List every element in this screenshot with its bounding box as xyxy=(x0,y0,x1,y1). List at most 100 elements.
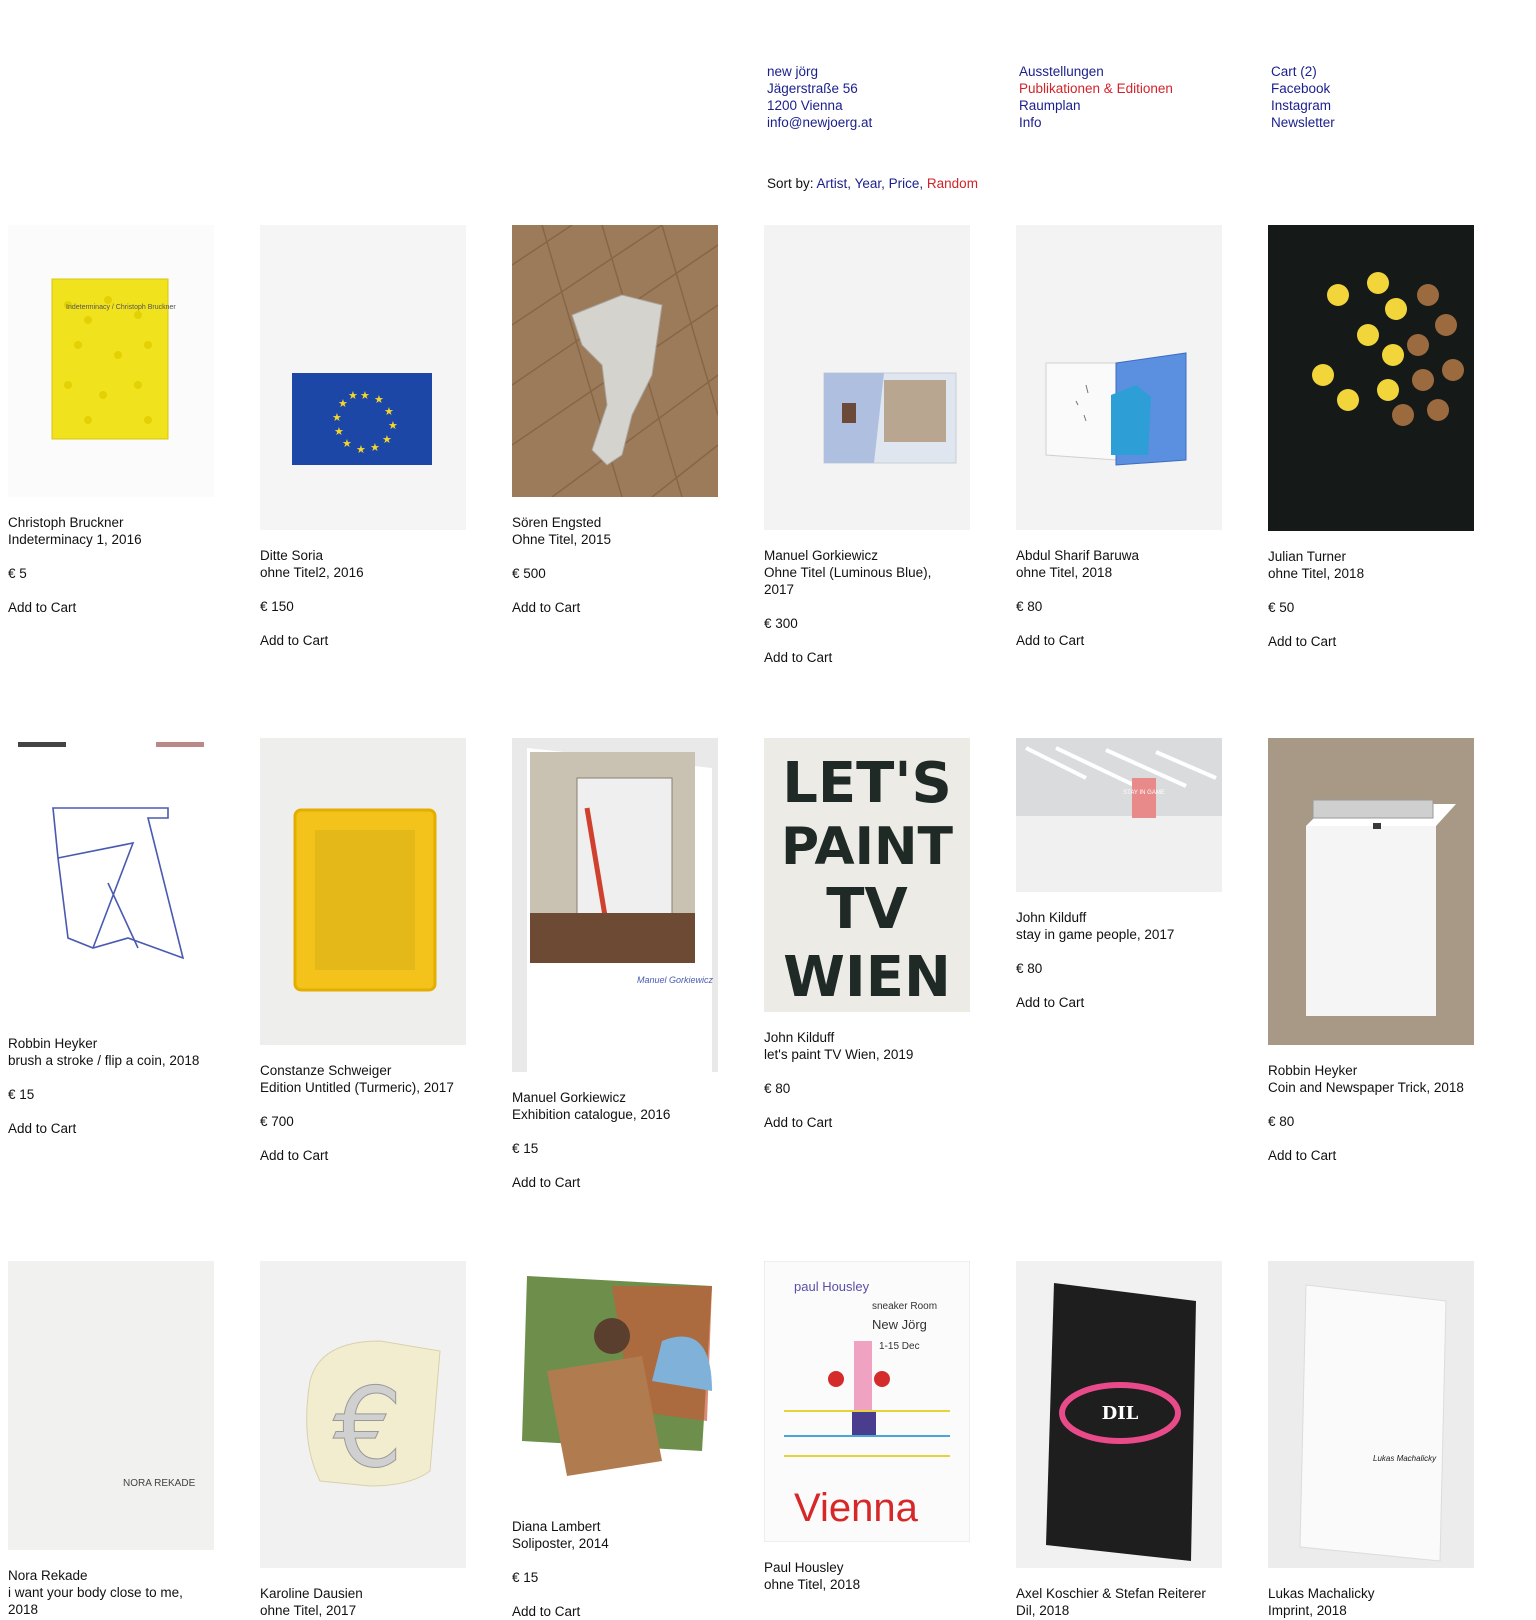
product-price: € 5 xyxy=(8,566,27,581)
product-card: Diana Lambert Soliposter, 2014 € 15 Add … xyxy=(512,1261,718,1620)
add-to-cart-button[interactable]: Add to Cart xyxy=(1268,1147,1474,1164)
product-artist: Axel Koschier & Stefan Reiterer xyxy=(1016,1586,1206,1601)
svg-text:★: ★ xyxy=(342,437,352,450)
product-title: Dil, 2018 xyxy=(1016,1603,1070,1618)
product-price: € 300 xyxy=(764,616,798,631)
product-title: ohne Titel2, 2016 xyxy=(260,565,364,580)
svg-text:Manuel Gorkiewicz: Manuel Gorkiewicz xyxy=(637,975,714,985)
poster-room-text: sneaker Room xyxy=(872,1301,937,1312)
svg-text:★: ★ xyxy=(382,433,392,446)
product-image[interactable]: NORA REKADE xyxy=(8,1261,214,1550)
facebook-link[interactable]: Facebook xyxy=(1271,80,1501,97)
cart-link[interactable]: Cart (2) xyxy=(1271,63,1501,80)
product-image[interactable]: Indeterminacy / Christoph Bruckner xyxy=(8,225,214,497)
product-title: Imprint, 2018 xyxy=(1268,1603,1347,1618)
product-title: Ohne Titel, 2015 xyxy=(512,532,612,547)
product-title: i want your body close to me, 2018 xyxy=(8,1585,183,1617)
poster-line-2: PAINT xyxy=(781,817,953,877)
product-price: € 15 xyxy=(8,1087,35,1102)
product-image[interactable]: Lukas Machalicky xyxy=(1268,1261,1474,1568)
product-title: let's paint TV Wien, 2019 xyxy=(764,1047,914,1062)
add-to-cart-button[interactable]: Add to Cart xyxy=(8,599,214,616)
svg-text:★: ★ xyxy=(334,425,344,438)
product-title: Edition Untitled (Turmeric), 2017 xyxy=(260,1080,454,1095)
nora-rekade-text: NORA REKADE xyxy=(123,1478,196,1489)
euro-symbol: € xyxy=(333,1364,403,1492)
svg-text:★: ★ xyxy=(374,393,384,406)
add-to-cart-button[interactable]: Add to Cart xyxy=(764,649,970,666)
product-card: Lukas Machalicky Lukas Machalicky Imprin… xyxy=(1268,1261,1474,1619)
add-to-cart-button[interactable]: Add to Cart xyxy=(1016,994,1222,1011)
product-card: Robbin Heyker Coin and Newspaper Trick, … xyxy=(1268,738,1474,1164)
cover-title-text: Indeterminacy / Christoph Bruckner xyxy=(66,304,176,311)
product-artist: Manuel Gorkiewicz xyxy=(512,1090,627,1105)
stay-sign-text: STAY IN GAME xyxy=(1123,790,1165,796)
add-to-cart-button[interactable]: Add to Cart xyxy=(764,1114,970,1131)
sort-price[interactable]: Price xyxy=(889,176,920,191)
product-artist: Robbin Heyker xyxy=(1268,1063,1358,1078)
poster-artist-text: paul Housley xyxy=(794,1279,870,1294)
product-image[interactable] xyxy=(260,738,466,1045)
add-to-cart-button[interactable]: Add to Cart xyxy=(260,632,466,649)
product-artist: Julian Turner xyxy=(1268,549,1347,564)
product-image[interactable]: paul Housley sneaker Room New Jörg 1-15 … xyxy=(764,1261,970,1542)
add-to-cart-button[interactable]: Add to Cart xyxy=(1016,632,1222,649)
product-image[interactable]: DIL xyxy=(1016,1261,1222,1568)
product-artist: John Kilduff xyxy=(1016,910,1087,925)
add-to-cart-button[interactable]: Add to Cart xyxy=(512,599,718,616)
gallery-name[interactable]: new jörg xyxy=(767,63,997,80)
add-to-cart-button[interactable]: Add to Cart xyxy=(260,1147,466,1164)
sort-artist[interactable]: Artist xyxy=(817,176,848,191)
product-image[interactable]: LET'S PAINT TV WIEN xyxy=(764,738,970,1012)
product-title: ohne Titel, 2018 xyxy=(1016,565,1113,580)
product-price: € 500 xyxy=(512,566,546,581)
product-card: Abdul Sharif Baruwa ohne Titel, 2018 € 8… xyxy=(1016,225,1222,649)
product-artist: Ditte Soria xyxy=(260,548,324,563)
product-image[interactable] xyxy=(764,225,970,530)
product-image[interactable]: STAY IN GAME xyxy=(1016,738,1222,892)
product-image[interactable]: ★ ★ ★ ★ ★ ★ ★ ★ ★ ★ ★ ★ xyxy=(260,225,466,530)
product-title: ohne Titel, 2017 xyxy=(260,1603,357,1618)
newsletter-link[interactable]: Newsletter xyxy=(1271,114,1501,131)
product-card: Sören Engsted Ohne Titel, 2015 € 500 Add… xyxy=(512,225,718,616)
product-title: Ohne Titel (Luminous Blue), 2017 xyxy=(764,565,932,597)
product-artist: Karoline Dausien xyxy=(260,1586,363,1601)
add-to-cart-button[interactable]: Add to Cart xyxy=(8,1120,214,1137)
product-image[interactable] xyxy=(1268,225,1474,531)
nav-ausstellungen[interactable]: Ausstellungen xyxy=(1019,63,1249,80)
gallery-street: Jägerstraße 56 xyxy=(767,81,858,96)
svg-text:★: ★ xyxy=(332,411,342,424)
product-image[interactable]: Manuel Gorkiewicz xyxy=(512,738,718,1072)
nav-info[interactable]: Info xyxy=(1019,114,1249,131)
gallery-email-link[interactable]: info@newjoerg.at xyxy=(767,114,997,131)
nav-raumplan[interactable]: Raumplan xyxy=(1019,97,1249,114)
product-price: € 80 xyxy=(764,1081,791,1096)
svg-text:★: ★ xyxy=(370,441,380,454)
nav-publikationen-editionen[interactable]: Publikationen & Editionen xyxy=(1019,80,1249,97)
product-artist: Abdul Sharif Baruwa xyxy=(1016,548,1140,563)
product-card: DIL Axel Koschier & Stefan Reiterer Dil,… xyxy=(1016,1261,1222,1619)
product-artist: Diana Lambert xyxy=(512,1519,601,1534)
product-title: brush a stroke / flip a coin, 2018 xyxy=(8,1053,200,1068)
product-image[interactable] xyxy=(512,225,718,497)
sort-random[interactable]: Random xyxy=(927,176,978,191)
product-image[interactable] xyxy=(512,1261,718,1501)
product-image[interactable] xyxy=(8,738,214,1018)
signature-text: Lukas Machalicky xyxy=(1373,1454,1437,1463)
instagram-link[interactable]: Instagram xyxy=(1271,97,1501,114)
product-image[interactable] xyxy=(1268,738,1474,1045)
product-artist: Constanze Schweiger xyxy=(260,1063,392,1078)
sort-bar: Sort by: Artist, Year, Price, Random xyxy=(767,176,978,191)
poster-line-3: TV xyxy=(826,877,908,942)
product-title: Coin and Newspaper Trick, 2018 xyxy=(1268,1080,1464,1095)
product-artist: Christoph Bruckner xyxy=(8,515,124,530)
add-to-cart-button[interactable]: Add to Cart xyxy=(1268,633,1474,650)
product-image[interactable] xyxy=(1016,225,1222,530)
main-nav: Ausstellungen Publikationen & Editionen … xyxy=(1019,63,1249,131)
product-price: € 50 xyxy=(1268,600,1295,615)
product-card: Manuel Gorkiewicz Manuel Gorkiewicz Exhi… xyxy=(512,738,718,1191)
svg-text:★: ★ xyxy=(388,419,398,432)
add-to-cart-button[interactable]: Add to Cart xyxy=(512,1174,718,1191)
sort-year[interactable]: Year xyxy=(855,176,882,191)
product-image[interactable]: € xyxy=(260,1261,466,1568)
